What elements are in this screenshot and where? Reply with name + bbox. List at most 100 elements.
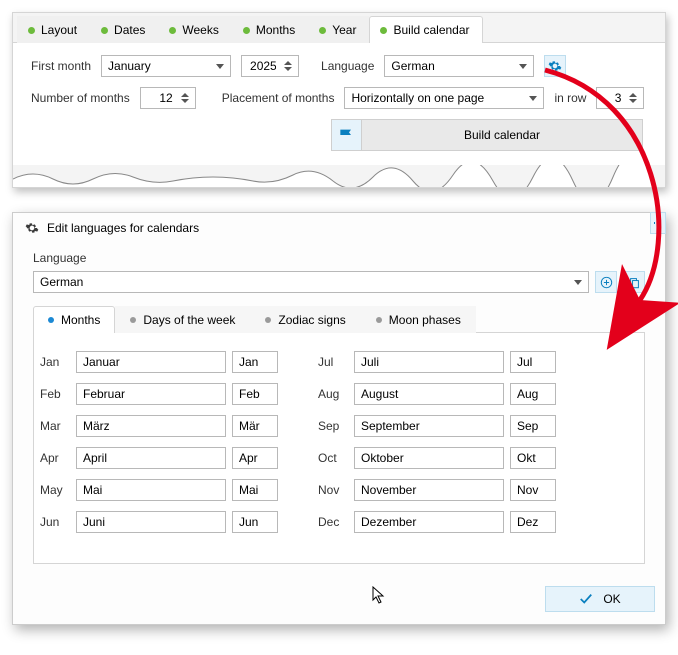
month-short-input[interactable]: Okt [510,447,556,469]
dialog-language-label: Language [33,251,645,265]
placement-select[interactable]: Horizontally on one page [344,87,544,109]
edit-languages-button[interactable] [544,55,566,77]
subtab-days[interactable]: Days of the week [115,306,250,333]
month-long-input[interactable]: November [354,479,504,501]
chevron-down-icon [574,280,582,285]
combo-value: German [40,275,83,289]
month-long-input[interactable]: September [354,415,504,437]
language-select[interactable]: German [384,55,534,77]
month-long-input[interactable]: April [76,447,226,469]
month-short-input[interactable]: Dez [510,511,556,533]
copy-icon [628,276,641,289]
month-short-input[interactable]: Jul [510,351,556,373]
month-short-input[interactable]: Jan [232,351,278,373]
status-dot [169,27,176,34]
in-row-label: in row [554,91,586,105]
month-short-input[interactable]: Mär [232,415,278,437]
month-short-input[interactable]: Sep [510,415,556,437]
spin-up-icon[interactable] [284,61,292,65]
month-key-label: Jun [40,515,70,529]
in-row-spinner[interactable] [596,87,644,109]
tab-layout[interactable]: Layout [17,16,90,43]
tab-build-calendar[interactable]: Build calendar [369,16,482,43]
subtab-label: Months [61,313,100,327]
dialog-language-select[interactable]: German [33,271,589,293]
month-key-label: Jul [318,355,348,369]
form-area: First month January Language German Numb… [13,43,665,165]
month-long-input[interactable]: Dezember [354,511,504,533]
month-short-input[interactable]: Aug [510,383,556,405]
close-button[interactable] [650,212,666,234]
subtab-label: Zodiac signs [278,313,345,327]
subtab-label: Days of the week [143,313,235,327]
spin-down-icon[interactable] [181,99,189,103]
month-long-input[interactable]: Juli [354,351,504,373]
dialog-title-bar: Edit languages for calendars [13,213,665,243]
status-dot [101,27,108,34]
gear-icon [548,59,562,73]
year-spinner[interactable] [241,55,299,77]
month-short-input[interactable]: Mai [232,479,278,501]
tab-label: Weeks [182,23,218,37]
build-calendar-button[interactable]: Build calendar [331,119,643,151]
month-short-input[interactable]: Apr [232,447,278,469]
month-row: Dec Dezember Dez [318,511,556,533]
spin-down-icon[interactable] [284,67,292,71]
month-row: SepSeptemberSep [318,415,556,437]
month-key-label: Apr [40,451,70,465]
month-long-input[interactable]: Januar [76,351,226,373]
month-long-input[interactable]: März [76,415,226,437]
subtab-moon[interactable]: Moon phases [361,306,476,333]
button-label: Build calendar [362,128,642,142]
in-row-input[interactable] [603,89,625,107]
month-short-input[interactable]: Feb [232,383,278,405]
tab-label: Layout [41,23,77,37]
month-row: JanJanuarJan [40,351,278,373]
month-key-label: May [40,483,70,497]
status-dot [376,317,382,323]
subtab-months[interactable]: Months [33,306,115,333]
check-icon [579,593,593,605]
num-months-label: Number of months [31,91,130,105]
button-label: OK [603,592,620,606]
plus-circle-icon [600,276,613,289]
year-input[interactable] [248,57,280,75]
spin-up-icon[interactable] [629,93,637,97]
month-row: OctOktoberOkt [318,447,556,469]
status-dot [48,317,54,323]
num-months-spinner[interactable] [140,87,196,109]
status-dot [265,317,271,323]
tab-strip: Layout Dates Weeks Months Year Build cal… [13,13,665,43]
tab-year[interactable]: Year [308,16,369,43]
spin-down-icon[interactable] [629,99,637,103]
month-long-input[interactable]: August [354,383,504,405]
tab-weeks[interactable]: Weeks [158,16,231,43]
tab-dates[interactable]: Dates [90,16,158,43]
month-row: AugAugustAug [318,383,556,405]
add-language-button[interactable] [595,271,617,293]
ok-button[interactable]: OK [545,586,655,612]
subtab-label: Moon phases [389,313,461,327]
month-long-input[interactable]: Februar [76,383,226,405]
num-months-input[interactable] [147,89,177,107]
month-row: Jun Juni Jun [40,511,278,533]
month-key-label: Nov [318,483,348,497]
month-short-input[interactable]: Jun [232,511,278,533]
mouse-cursor-icon [372,586,386,607]
copy-language-button[interactable] [623,271,645,293]
first-month-select[interactable]: January [101,55,231,77]
month-long-input[interactable]: Oktober [354,447,504,469]
combo-value: Horizontally on one page [351,91,484,105]
month-long-input[interactable]: Juni [76,511,226,533]
subtab-zodiac[interactable]: Zodiac signs [250,306,360,333]
tab-months[interactable]: Months [232,16,308,43]
main-panel: Layout Dates Weeks Months Year Build cal… [12,12,666,188]
month-long-input[interactable]: Mai [76,479,226,501]
tab-label: Dates [114,23,145,37]
month-row: Apr April Apr [40,447,278,469]
spin-up-icon[interactable] [181,93,189,97]
status-dot [319,27,326,34]
month-key-label: Dec [318,515,348,529]
month-short-input[interactable]: Nov [510,479,556,501]
close-icon [654,219,662,227]
